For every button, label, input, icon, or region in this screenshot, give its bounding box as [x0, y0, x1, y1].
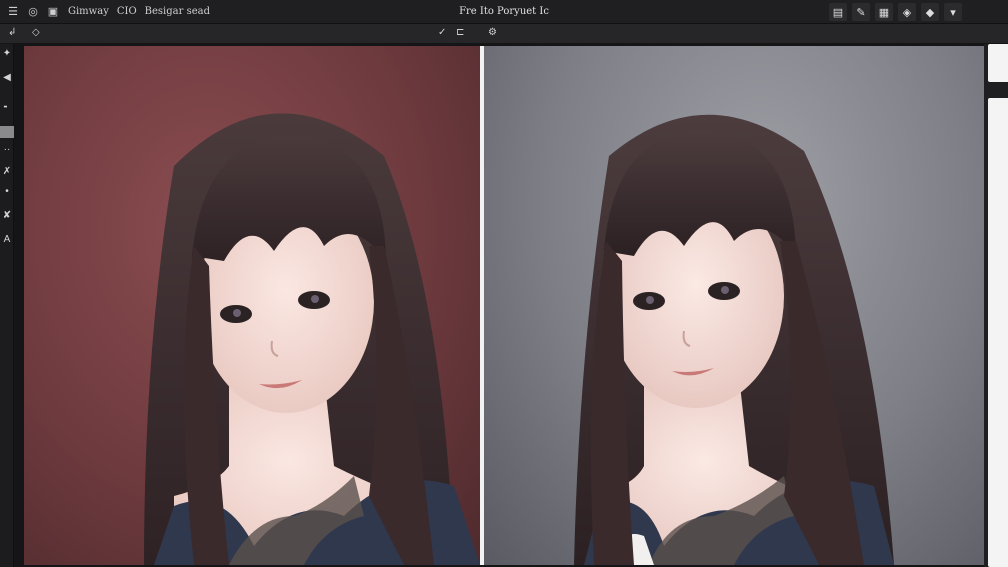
rectangle-icon[interactable] [0, 126, 14, 138]
dots-icon[interactable]: ·· [0, 144, 14, 155]
portrait-figure-icon [574, 114, 894, 565]
fill-icon[interactable]: ◆ [921, 3, 939, 21]
diamond-icon[interactable]: ◇ [32, 27, 40, 38]
document-before[interactable] [24, 46, 480, 565]
options-bar: ↲ ◇ ✓ ⊏ ⚙ [0, 24, 1008, 44]
text-icon[interactable]: A [0, 234, 14, 245]
pen-icon[interactable]: ✎ [852, 3, 870, 21]
move-icon[interactable]: ✦ [0, 48, 14, 59]
panel-card-top[interactable] [988, 44, 1008, 82]
shield-icon[interactable]: ◈ [898, 3, 916, 21]
lasso-icon[interactable]: ◀ [0, 72, 14, 83]
dropdown-icon[interactable]: ▾ [944, 3, 962, 21]
crossed-icon[interactable]: ✘ [0, 210, 14, 221]
menu-item-cio[interactable]: CIO [117, 6, 137, 17]
panel-card-layers[interactable] [988, 98, 1008, 567]
hamburger-icon[interactable]: ☰ [6, 5, 20, 19]
menu-item-gimway[interactable]: Gimway [68, 6, 109, 17]
app-logo-icon[interactable]: ◎ [26, 5, 40, 19]
settings-icon[interactable]: ⚙ [488, 27, 497, 38]
menu-item-besigar[interactable]: Besigar sead [145, 6, 210, 17]
check-icon[interactable]: ✓ [438, 27, 446, 38]
layout-icon[interactable]: ▤ [829, 3, 847, 21]
canvas-area[interactable] [14, 44, 984, 567]
top-right-tools: ▤ ✎ ▦ ◈ ◆ ▾ [829, 3, 962, 21]
square-icon[interactable]: ▣ [46, 5, 60, 19]
back-icon[interactable]: ↲ [8, 27, 16, 38]
brush-icon[interactable]: ╸ [0, 102, 14, 113]
document-after[interactable] [480, 46, 984, 565]
top-menu-bar: ☰ ◎ ▣ Gimway CIO Besigar sead Fre Ito Po… [0, 0, 1008, 24]
compare-icon[interactable]: ⊏ [456, 27, 464, 38]
heal-icon[interactable]: ✗ [0, 166, 14, 177]
dot-icon[interactable]: • [0, 186, 14, 197]
photo-editor-window: ☰ ◎ ▣ Gimway CIO Besigar sead Fre Ito Po… [0, 0, 1008, 567]
right-panel [984, 44, 1008, 567]
tool-palette: ✦ ◀ ╸ ·· ✗ • ✘ A [0, 44, 14, 567]
layer-icon[interactable]: ▦ [875, 3, 893, 21]
portrait-figure-icon [144, 113, 480, 565]
